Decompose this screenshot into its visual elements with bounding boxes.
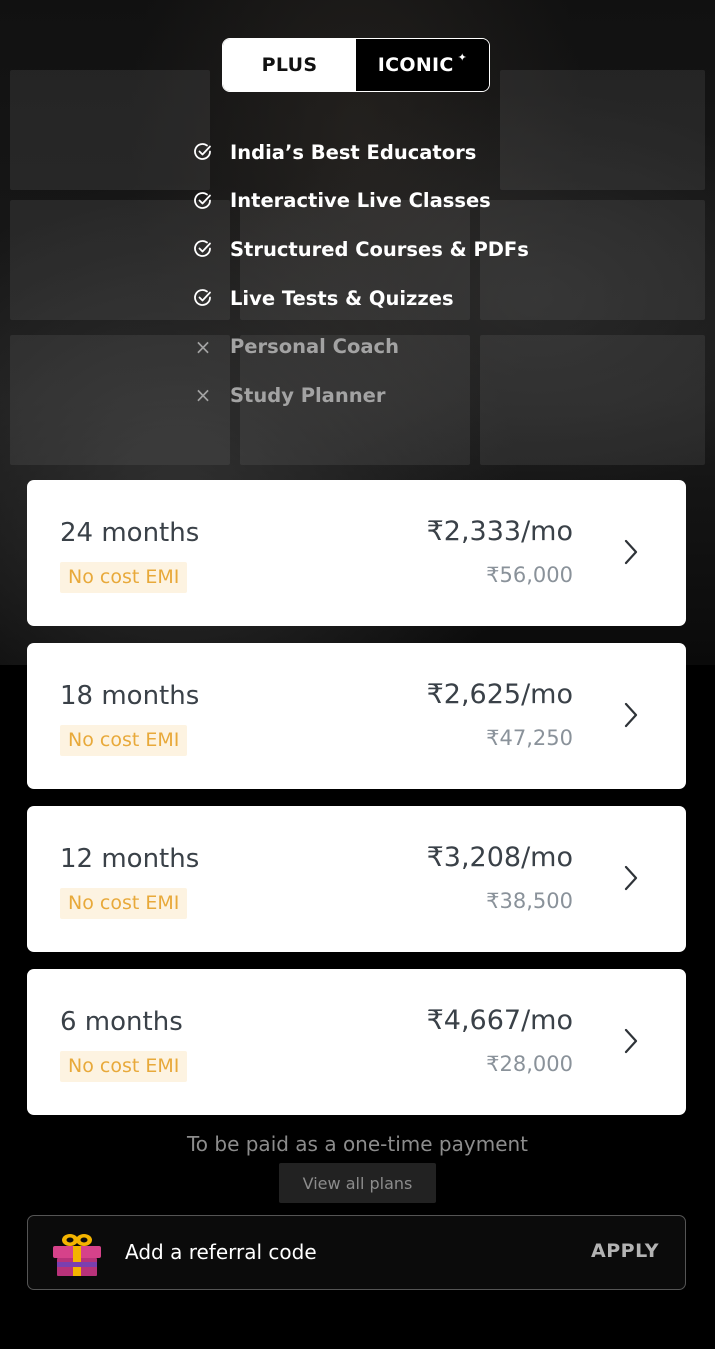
plan-duration: 6 months <box>60 1007 183 1037</box>
monthly-price: ₹2,625/mo <box>426 679 573 710</box>
feature-list: India’s Best Educators Interactive Live … <box>190 128 529 420</box>
plan-duration: 12 months <box>60 844 200 874</box>
check-circle-icon <box>190 191 216 211</box>
feature-label: Live Tests & Quizzes <box>230 286 454 310</box>
sparkle-icon: ✦ <box>457 50 468 64</box>
feature-label: Study Planner <box>230 383 386 407</box>
emi-badge: No cost EMI <box>60 562 188 593</box>
monthly-price: ₹4,667/mo <box>426 1005 573 1036</box>
plan-duration: 18 months <box>60 681 200 711</box>
plan-type-toggle: PLUS ICONIC ✦ <box>222 38 490 92</box>
chevron-right-icon <box>624 539 638 565</box>
plan-duration: 24 months <box>60 518 200 548</box>
monthly-price: ₹3,208/mo <box>426 842 573 873</box>
check-circle-icon <box>190 288 216 308</box>
plan-card-12-months[interactable]: 12 months No cost EMI ₹3,208/mo ₹38,500 <box>27 806 686 952</box>
referral-code-bar[interactable]: Add a referral code APPLY <box>27 1215 686 1290</box>
gift-icon <box>53 1234 101 1276</box>
total-price: ₹47,250 <box>486 726 573 750</box>
total-price: ₹28,000 <box>486 1052 573 1076</box>
feature-label: Structured Courses & PDFs <box>230 237 529 261</box>
cross-icon: × <box>194 383 212 408</box>
apply-button[interactable]: APPLY <box>591 1240 659 1262</box>
emi-badge: No cost EMI <box>60 725 188 756</box>
plan-card-18-months[interactable]: 18 months No cost EMI ₹2,625/mo ₹47,250 <box>27 643 686 789</box>
total-price: ₹56,000 <box>486 563 573 587</box>
educator-photo <box>10 70 210 190</box>
feature-item: × Personal Coach <box>190 322 529 371</box>
feature-item: Live Tests & Quizzes <box>190 274 529 323</box>
referral-label: Add a referral code <box>125 1240 317 1264</box>
toggle-plus[interactable]: PLUS <box>223 39 356 91</box>
check-circle-icon <box>190 239 216 259</box>
emi-badge: No cost EMI <box>60 1051 188 1082</box>
feature-label: Interactive Live Classes <box>230 189 491 213</box>
feature-label: Personal Coach <box>230 335 399 359</box>
view-all-plans-button[interactable]: View all plans <box>279 1163 436 1203</box>
feature-item: India’s Best Educators <box>190 128 529 177</box>
total-price: ₹38,500 <box>486 889 573 913</box>
plan-list: 24 months No cost EMI ₹2,333/mo ₹56,000 … <box>27 480 686 1132</box>
chevron-right-icon <box>624 702 638 728</box>
cross-icon: × <box>194 334 212 359</box>
feature-item: × Study Planner <box>190 371 529 420</box>
plan-card-24-months[interactable]: 24 months No cost EMI ₹2,333/mo ₹56,000 <box>27 480 686 626</box>
educator-photo <box>500 70 705 190</box>
emi-badge: No cost EMI <box>60 888 188 919</box>
chevron-right-icon <box>624 865 638 891</box>
toggle-plus-label: PLUS <box>261 54 318 76</box>
feature-item: Interactive Live Classes <box>190 177 529 226</box>
check-circle-icon <box>190 142 216 162</box>
monthly-price: ₹2,333/mo <box>426 516 573 547</box>
payment-note: To be paid as a one-time payment <box>186 1132 529 1156</box>
chevron-right-icon <box>624 1028 638 1054</box>
toggle-iconic-label: ICONIC <box>377 54 454 76</box>
plan-card-6-months[interactable]: 6 months No cost EMI ₹4,667/mo ₹28,000 <box>27 969 686 1115</box>
feature-label: India’s Best Educators <box>230 140 477 164</box>
feature-item: Structured Courses & PDFs <box>190 225 529 274</box>
toggle-iconic[interactable]: ICONIC ✦ <box>356 39 489 91</box>
